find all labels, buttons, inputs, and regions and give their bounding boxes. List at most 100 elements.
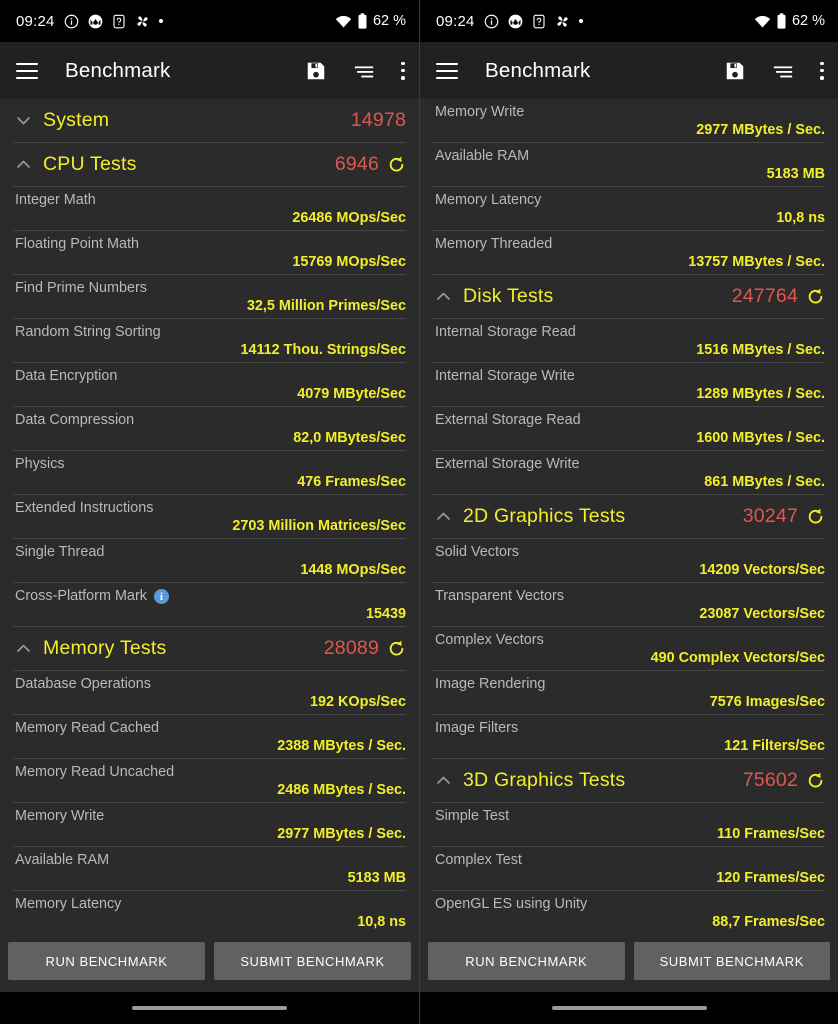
test-name: Memory Read Cached bbox=[15, 720, 159, 736]
benchmark-test-row[interactable]: Memory Threaded 13757 MBytes / Sec. bbox=[420, 231, 838, 274]
chevron-up-icon[interactable] bbox=[432, 289, 454, 304]
chevron-up-icon[interactable] bbox=[432, 509, 454, 524]
status-bar-right: 62 % bbox=[754, 13, 825, 29]
benchmark-test-row[interactable]: OpenGL ES using Unity 88,7 Frames/Sec bbox=[420, 891, 838, 930]
motorola-icon bbox=[508, 14, 523, 29]
benchmark-test-row[interactable]: Floating Point Math 15769 MOps/Sec bbox=[0, 231, 419, 274]
overflow-menu-icon[interactable] bbox=[401, 61, 405, 80]
chevron-up-icon[interactable] bbox=[12, 157, 34, 172]
test-name: Data Compression bbox=[15, 412, 135, 428]
benchmark-test-row[interactable]: Random String Sorting 14112 Thou. Strings… bbox=[0, 319, 419, 362]
benchmark-test-row[interactable]: Available RAM 5183 MB bbox=[420, 143, 838, 186]
refresh-icon[interactable] bbox=[387, 639, 406, 658]
run-benchmark-button[interactable]: RUN BENCHMARK bbox=[8, 942, 205, 980]
test-value: 476 Frames/Sec bbox=[297, 474, 406, 490]
benchmark-test-row[interactable]: Image Rendering 7576 Images/Sec bbox=[420, 671, 838, 714]
benchmark-test-row[interactable]: Available RAM 5183 MB bbox=[0, 847, 419, 890]
motorola-icon bbox=[88, 14, 103, 29]
test-name: Simple Test bbox=[435, 808, 510, 824]
benchmark-test-row[interactable]: Solid Vectors 14209 Vectors/Sec bbox=[420, 539, 838, 582]
benchmark-test-row[interactable]: Image Filters 121 Filters/Sec bbox=[420, 715, 838, 758]
benchmark-group-row[interactable]: 3D Graphics Tests 75602 bbox=[420, 759, 838, 802]
benchmark-test-row[interactable]: Memory Write 2977 MBytes / Sec. bbox=[0, 803, 419, 846]
save-icon[interactable] bbox=[724, 60, 746, 82]
run-benchmark-button[interactable]: RUN BENCHMARK bbox=[428, 942, 625, 980]
submit-benchmark-button[interactable]: SUBMIT BENCHMARK bbox=[214, 942, 411, 980]
test-name: Data Encryption bbox=[15, 368, 118, 384]
benchmark-test-row[interactable]: Memory Latency 10,8 ns bbox=[420, 187, 838, 230]
test-name-wrapper: Memory Read Uncached bbox=[15, 764, 406, 781]
benchmark-test-row[interactable]: Integer Math 26486 MOps/Sec bbox=[0, 187, 419, 230]
refresh-icon[interactable] bbox=[806, 507, 825, 526]
gesture-handle[interactable] bbox=[551, 1006, 707, 1010]
dot-icon bbox=[578, 19, 583, 23]
benchmark-test-row[interactable]: External Storage Write 861 MBytes / Sec. bbox=[420, 451, 838, 494]
test-name-wrapper: Memory Threaded bbox=[435, 236, 825, 253]
info-icon[interactable]: i bbox=[153, 589, 169, 604]
sim-card-icon bbox=[112, 14, 126, 29]
clock: 09:24 bbox=[16, 12, 55, 30]
test-name: Memory Read Uncached bbox=[15, 764, 175, 780]
group-score: 14978 bbox=[350, 109, 406, 131]
benchmark-group-row[interactable]: Memory Tests 28089 bbox=[0, 627, 419, 670]
app-bar-right-pane: Benchmark bbox=[420, 42, 838, 99]
benchmark-group-row[interactable]: Disk Tests 247764 bbox=[420, 275, 838, 318]
benchmark-test-row[interactable]: Internal Storage Write 1289 MBytes / Sec. bbox=[420, 363, 838, 406]
benchmark-test-row[interactable]: Database Operations 192 KOps/Sec bbox=[0, 671, 419, 714]
test-value: 14112 Thou. Strings/Sec bbox=[240, 342, 406, 358]
benchmark-test-row[interactable]: Complex Vectors 490 Complex Vectors/Sec bbox=[420, 627, 838, 670]
benchmark-test-row[interactable]: Single Thread 1448 MOps/Sec bbox=[0, 539, 419, 582]
sort-icon[interactable] bbox=[772, 62, 794, 80]
test-name-wrapper: Memory Write bbox=[15, 808, 406, 825]
benchmark-group-row[interactable]: System 14978 bbox=[0, 99, 419, 142]
benchmark-test-row[interactable]: Data Encryption 4079 MByte/Sec bbox=[0, 363, 419, 406]
refresh-icon[interactable] bbox=[806, 771, 825, 790]
test-value: 23087 Vectors/Sec bbox=[699, 606, 825, 622]
save-icon[interactable] bbox=[305, 60, 327, 82]
test-value: 13757 MBytes / Sec. bbox=[688, 254, 825, 270]
pinwheel-icon bbox=[555, 14, 570, 29]
chevron-up-icon[interactable] bbox=[12, 641, 34, 656]
benchmark-test-row[interactable]: Find Prime Numbers 32,5 Million Primes/Se… bbox=[0, 275, 419, 318]
test-name: Physics bbox=[15, 456, 65, 472]
benchmark-group-row[interactable]: CPU Tests 6946 bbox=[0, 143, 419, 186]
benchmark-test-row[interactable]: Memory Write 2977 MBytes / Sec. bbox=[420, 99, 838, 142]
test-name: Find Prime Numbers bbox=[15, 280, 147, 296]
benchmark-test-row[interactable]: Data Compression 82,0 MBytes/Sec bbox=[0, 407, 419, 450]
test-name-wrapper: Simple Test bbox=[435, 808, 825, 825]
test-name-wrapper: Single Thread bbox=[15, 544, 406, 561]
sort-icon[interactable] bbox=[353, 62, 375, 80]
test-name-wrapper: Memory Write bbox=[435, 104, 825, 121]
benchmark-test-row[interactable]: Complex Test 120 Frames/Sec bbox=[420, 847, 838, 890]
status-bar-right-pane: 09:24 62 % bbox=[420, 0, 838, 42]
test-name: Cross-Platform Mark bbox=[15, 588, 147, 604]
test-name: Memory Latency bbox=[15, 896, 122, 912]
group-label: CPU Tests bbox=[43, 153, 137, 175]
benchmark-test-row[interactable]: External Storage Read 1600 MBytes / Sec. bbox=[420, 407, 838, 450]
test-name: Internal Storage Write bbox=[435, 368, 575, 384]
hamburger-menu-icon[interactable] bbox=[16, 62, 38, 79]
benchmark-test-row[interactable]: Physics 476 Frames/Sec bbox=[0, 451, 419, 494]
submit-benchmark-button[interactable]: SUBMIT BENCHMARK bbox=[633, 942, 830, 980]
chevron-up-icon[interactable] bbox=[432, 773, 454, 788]
benchmark-test-row[interactable]: Extended Instructions 2703 Million Matric… bbox=[0, 495, 419, 538]
overflow-menu-icon[interactable] bbox=[820, 61, 824, 80]
benchmark-test-row[interactable]: Memory Read Cached 2388 MBytes / Sec. bbox=[0, 715, 419, 758]
chevron-down-icon[interactable] bbox=[12, 113, 34, 128]
benchmark-test-row[interactable]: Transparent Vectors 23087 Vectors/Sec bbox=[420, 583, 838, 626]
benchmark-test-row[interactable]: Cross-Platform Mark i 15439 bbox=[0, 583, 419, 626]
split-screen-panes: 09:24 62 % Benchmark System 14978 CPU Te… bbox=[0, 0, 838, 1024]
benchmark-test-row[interactable]: Memory Read Uncached 2486 MBytes / Sec. bbox=[0, 759, 419, 802]
right-benchmark-list[interactable]: Memory Write 2977 MBytes / Sec. Available … bbox=[420, 99, 838, 930]
gesture-handle[interactable] bbox=[132, 1006, 287, 1010]
refresh-icon[interactable] bbox=[387, 155, 406, 174]
battery-percentage: 62 % bbox=[791, 13, 825, 29]
test-name-wrapper: Find Prime Numbers bbox=[15, 280, 406, 297]
benchmark-test-row[interactable]: Internal Storage Read 1516 MBytes / Sec. bbox=[420, 319, 838, 362]
benchmark-test-row[interactable]: Memory Latency 10,8 ns bbox=[0, 891, 419, 930]
left-benchmark-list[interactable]: System 14978 CPU Tests 6946 Integer Math 2648… bbox=[0, 99, 419, 930]
benchmark-group-row[interactable]: 2D Graphics Tests 30247 bbox=[420, 495, 838, 538]
hamburger-menu-icon[interactable] bbox=[436, 62, 458, 79]
benchmark-test-row[interactable]: Simple Test 110 Frames/Sec bbox=[420, 803, 838, 846]
refresh-icon[interactable] bbox=[806, 287, 825, 306]
